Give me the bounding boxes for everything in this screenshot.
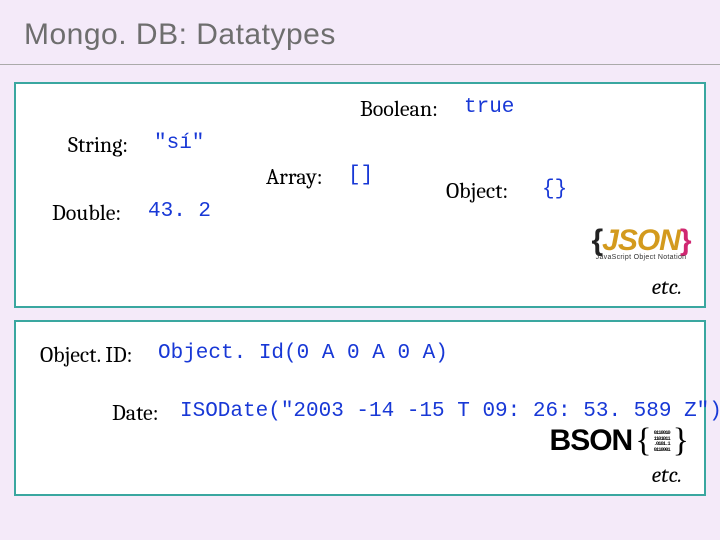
slide: Mongo. DB: Datatypes Boolean: true Strin… [0,0,720,540]
date-label: Date: [112,400,159,426]
string-value: "sí" [154,132,204,155]
datatype-string: String: "sí" [68,132,128,158]
datatype-object: Object: {} [446,178,508,204]
boolean-label: Boolean: [360,96,438,122]
json-logo-text: JSON [602,224,680,257]
brace-left-icon: { [591,224,602,257]
etc-label-bottom: etc. [652,462,682,488]
json-types-panel: Boolean: true String: "sí" Array: [] Obj… [14,82,706,308]
datatype-objectid: Object. ID: Object. Id(0 A 0 A 0 A) [40,342,133,368]
date-value: ISODate("2003 -14 -15 T 09: 26: 53. 589 … [180,400,720,423]
bson-logo: BSON { 0110010 1101011 .0101.1 0110001 } [550,422,688,460]
binary-bits-icon: 0110010 1101011 .0101.1 0110001 [654,430,670,452]
etc-label-top: etc. [652,274,682,300]
object-label: Object: [446,178,508,204]
datatype-boolean: Boolean: true [360,96,438,122]
boolean-value: true [464,96,514,119]
objectid-value: Object. Id(0 A 0 A 0 A) [158,342,448,365]
json-logo-subtitle: JavaScript Object Notation [590,254,692,261]
bson-types-panel: Object. ID: Object. Id(0 A 0 A 0 A) Date… [14,320,706,496]
datatype-double: Double: 43. 2 [52,200,121,226]
json-logo: {JSON} JavaScript Object Notation [590,224,692,266]
brace-right-icon: } [680,224,691,257]
brace-left-icon: { [635,422,650,460]
double-label: Double: [52,200,121,226]
page-title: Mongo. DB: Datatypes [24,18,336,52]
array-value: [] [348,164,373,187]
array-label: Array: [266,164,323,190]
datatype-array: Array: [] [266,164,323,190]
bson-logo-text: BSON [550,424,633,458]
object-value: {} [542,178,567,201]
title-underline [0,64,720,65]
string-label: String: [68,132,128,158]
brace-right-icon: } [673,422,688,460]
objectid-label: Object. ID: [40,342,133,368]
double-value: 43. 2 [148,200,211,223]
datatype-date: Date: ISODate("2003 -14 -15 T 09: 26: 53… [112,400,159,426]
